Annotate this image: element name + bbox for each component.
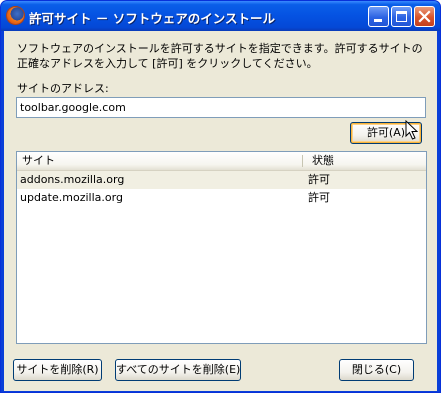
list-header: サイト 状態 (17, 152, 426, 171)
dialog-window: 許可サイト － ソフトウェアのインストール ソフトウェアのインストールを許可する… (0, 0, 441, 393)
site-list[interactable]: サイト 状態 addons.mozilla.org 許可 update.mozi… (16, 151, 427, 344)
mouse-cursor-icon (405, 120, 419, 140)
remove-site-button[interactable]: サイトを削除(R) (13, 359, 102, 381)
column-header-site[interactable]: サイト (22, 152, 55, 170)
remove-all-sites-button[interactable]: すべてのサイトを削除(E) (115, 359, 241, 381)
column-header-status[interactable]: 状態 (312, 152, 334, 170)
title-bar[interactable]: 許可サイト － ソフトウェアのインストール (1, 1, 440, 31)
window-title: 許可サイト － ソフトウェアのインストール (29, 11, 275, 26)
close-button[interactable]: 閉じる(C) (339, 359, 414, 381)
firefox-icon (7, 7, 24, 24)
close-window-button[interactable] (414, 6, 435, 27)
minimize-button[interactable] (368, 6, 389, 27)
maximize-icon (396, 11, 407, 22)
column-divider[interactable] (302, 155, 303, 167)
address-label: サイトのアドレス: (17, 82, 109, 95)
description-text: ソフトウェアのインストールを許可するサイトを指定できます。許可するサイトの正確な… (17, 42, 423, 70)
site-cell: update.mozilla.org (20, 191, 123, 204)
close-icon (418, 10, 431, 23)
list-row[interactable]: update.mozilla.org 許可 (17, 189, 426, 207)
list-row[interactable]: addons.mozilla.org 許可 (17, 171, 426, 189)
status-cell: 許可 (308, 191, 330, 204)
maximize-button[interactable] (391, 6, 412, 27)
minimize-icon (374, 19, 382, 22)
dialog-body: ソフトウェアのインストールを許可するサイトを指定できます。許可するサイトの正確な… (4, 31, 437, 391)
address-input[interactable] (16, 97, 426, 118)
status-cell: 許可 (308, 173, 330, 186)
site-cell: addons.mozilla.org (20, 173, 125, 186)
